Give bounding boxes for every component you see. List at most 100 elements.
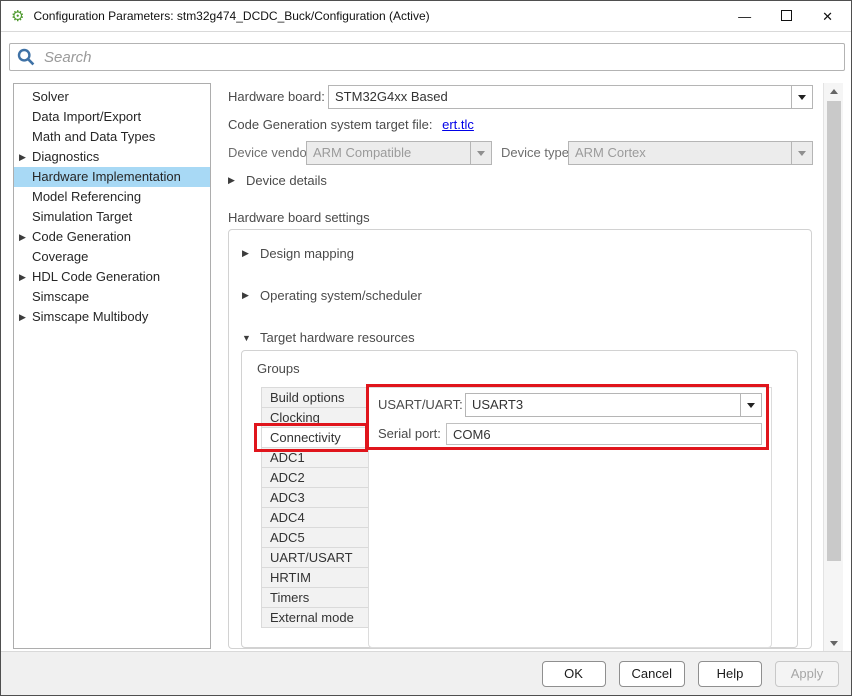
title-bar: ⚙ Configuration Parameters: stm32g474_DC… [1, 1, 851, 32]
sidebar-item-simscape-multibody[interactable]: ▶Simscape Multibody [14, 307, 210, 327]
ok-button[interactable]: OK [542, 661, 606, 687]
sidebar-item-math-and-data-types[interactable]: Math and Data Types [14, 127, 210, 147]
scrollbar-thumb[interactable] [827, 101, 841, 561]
configuration-parameters-dialog: ⚙ Configuration Parameters: stm32g474_DC… [0, 0, 852, 696]
help-button[interactable]: Help [698, 661, 762, 687]
scroll-up-icon[interactable] [824, 83, 844, 99]
groups-list: Build options Clocking Connectivity ADC1… [261, 387, 369, 628]
serial-port-label: Serial port: [378, 422, 441, 446]
group-item-adc1[interactable]: ADC1 [261, 447, 369, 468]
search-icon [17, 48, 35, 66]
search-input[interactable] [9, 43, 845, 71]
groups-label: Groups [257, 361, 300, 376]
target-hardware-resources-label: Target hardware resources [260, 330, 415, 345]
group-item-hrtim[interactable]: HRTIM [261, 567, 369, 588]
chevron-down-icon[interactable] [791, 86, 812, 108]
target-file-label: Code Generation system target file: [228, 117, 433, 132]
hardware-board-label: Hardware board: [228, 89, 325, 104]
device-details-label: Device details [246, 173, 327, 188]
sidebar-item-hdl-code-generation[interactable]: ▶HDL Code Generation [14, 267, 210, 287]
search-bar [9, 43, 845, 71]
window-title: Configuration Parameters: stm32g474_DCDC… [33, 9, 429, 23]
target-hardware-resources-box: Groups Build options Clocking Connectivi… [241, 350, 798, 648]
device-type-combobox: ARM Cortex [568, 141, 813, 165]
hardware-board-combobox[interactable]: STM32G4xx Based [328, 85, 813, 109]
expanded-arrow-icon: ▼ [242, 333, 252, 343]
hardware-board-value: STM32G4xx Based [335, 89, 448, 104]
device-vendor-value: ARM Compatible [313, 145, 411, 160]
device-row: Device vendor: ARM Compatible Device typ… [228, 141, 813, 165]
sidebar-item-label: Code Generation [32, 229, 131, 244]
sidebar-item-label: Simscape [32, 289, 89, 304]
chevron-down-icon [470, 142, 491, 164]
maximize-icon[interactable] [781, 10, 792, 23]
usart-uart-label: USART/UART: [378, 393, 463, 417]
sidebar-item-label: Data Import/Export [32, 109, 141, 124]
chevron-down-icon [791, 142, 812, 164]
serial-port-input[interactable] [446, 423, 762, 445]
expander-icon[interactable]: ▶ [19, 307, 31, 327]
sidebar-item-simscape[interactable]: Simscape [14, 287, 210, 307]
sidebar-item-data-import-export[interactable]: Data Import/Export [14, 107, 210, 127]
sidebar-item-model-referencing[interactable]: Model Referencing [14, 187, 210, 207]
collapsed-arrow-icon: ▶ [228, 175, 238, 186]
apply-button: Apply [775, 661, 839, 687]
sidebar-item-coverage[interactable]: Coverage [14, 247, 210, 267]
sidebar-item-label: Solver [32, 89, 69, 104]
minimize-icon[interactable]: — [738, 10, 751, 23]
category-tree: Solver Data Import/Export Math and Data … [13, 83, 211, 649]
group-item-adc4[interactable]: ADC4 [261, 507, 369, 528]
group-item-uart-usart[interactable]: UART/USART [261, 547, 369, 568]
device-type-value: ARM Cortex [575, 145, 646, 160]
sidebar-item-simulation-target[interactable]: Simulation Target [14, 207, 210, 227]
connectivity-settings-panel: USART/UART: USART3 Serial port: [368, 387, 772, 648]
target-file-row: Code Generation system target file: ert.… [228, 115, 813, 135]
expander-icon[interactable]: ▶ [19, 227, 31, 247]
expander-icon[interactable]: ▶ [19, 147, 31, 167]
dialog-footer: OK Cancel Help Apply [1, 651, 851, 695]
simulink-gear-icon: ⚙ [11, 9, 24, 24]
design-mapping-collapser[interactable]: ▶ Design mapping [242, 246, 354, 261]
collapsed-arrow-icon: ▶ [242, 248, 252, 259]
device-vendor-combobox: ARM Compatible [306, 141, 492, 165]
sidebar-item-label: Coverage [32, 249, 88, 264]
sidebar-item-label: Hardware Implementation [32, 169, 181, 184]
collapsed-arrow-icon: ▶ [242, 290, 252, 301]
sidebar-item-label: Simscape Multibody [32, 309, 148, 324]
os-scheduler-collapser[interactable]: ▶ Operating system/scheduler [242, 288, 422, 303]
cancel-button[interactable]: Cancel [619, 661, 685, 687]
window-controls: — ✕ [738, 10, 841, 23]
sidebar-item-diagnostics[interactable]: ▶Diagnostics [14, 147, 210, 167]
usart-uart-combobox[interactable]: USART3 [465, 393, 762, 417]
os-scheduler-label: Operating system/scheduler [260, 288, 422, 303]
scroll-down-icon[interactable] [824, 635, 844, 651]
maximize-box-glyph [781, 10, 792, 21]
group-item-external-mode[interactable]: External mode [261, 607, 369, 628]
group-item-timers[interactable]: Timers [261, 587, 369, 608]
group-item-build-options[interactable]: Build options [261, 387, 369, 408]
hardware-board-settings-label: Hardware board settings [228, 209, 813, 227]
expander-icon[interactable]: ▶ [19, 267, 31, 287]
group-item-connectivity[interactable]: Connectivity [261, 427, 369, 448]
group-item-adc2[interactable]: ADC2 [261, 467, 369, 488]
device-details-collapser[interactable]: ▶ Device details [228, 171, 813, 189]
group-item-adc3[interactable]: ADC3 [261, 487, 369, 508]
sidebar-item-hardware-implementation[interactable]: Hardware Implementation [14, 167, 210, 187]
chevron-down-icon[interactable] [740, 394, 761, 416]
sidebar-item-solver[interactable]: Solver [14, 87, 210, 107]
vertical-scrollbar [823, 83, 843, 651]
sidebar-item-code-generation[interactable]: ▶Code Generation [14, 227, 210, 247]
target-hardware-resources-collapser[interactable]: ▼ Target hardware resources [242, 330, 415, 345]
ert-tlc-link[interactable]: ert.tlc [442, 117, 474, 132]
sidebar-item-label: Simulation Target [32, 209, 132, 224]
device-type-label: Device type: [501, 141, 573, 165]
sidebar-item-label: Math and Data Types [32, 129, 155, 144]
group-item-clocking[interactable]: Clocking [261, 407, 369, 428]
hardware-implementation-pane: Hardware board: STM32G4xx Based Code Gen… [228, 83, 813, 651]
close-icon[interactable]: ✕ [822, 10, 833, 23]
sidebar-item-label: Diagnostics [32, 149, 99, 164]
sidebar-item-label: Model Referencing [32, 189, 141, 204]
device-vendor-label: Device vendor: [228, 145, 315, 160]
group-item-adc5[interactable]: ADC5 [261, 527, 369, 548]
usart-uart-value: USART3 [472, 397, 523, 412]
